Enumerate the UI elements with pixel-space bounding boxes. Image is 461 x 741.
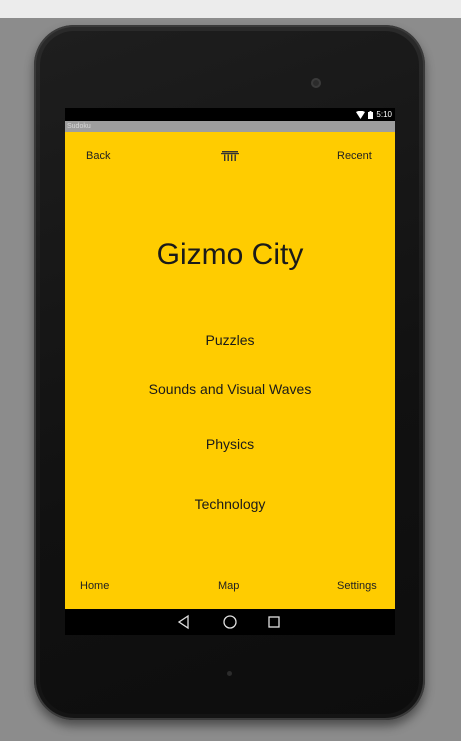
battery-icon (368, 110, 374, 119)
status-icons: 5:10 (356, 108, 392, 121)
settings-button[interactable]: Settings (337, 580, 377, 592)
home-circle-icon[interactable] (222, 614, 238, 630)
home-button[interactable]: Home (80, 580, 109, 592)
status-bar: 5:10 (65, 108, 395, 121)
wifi-icon (356, 110, 366, 119)
map-button[interactable]: Map (218, 580, 239, 592)
menu-item-technology[interactable]: Technology (65, 496, 395, 512)
page-title: Gizmo City (156, 238, 304, 271)
recent-button[interactable]: Recent (337, 150, 372, 162)
back-button[interactable]: Back (86, 150, 110, 162)
system-nav-bar (65, 609, 395, 635)
app-title: Sudoku (67, 123, 91, 130)
menu-item-sounds[interactable]: Sounds and Visual Waves (65, 381, 395, 397)
status-time: 5:10 (376, 110, 392, 119)
microphone-dot (227, 671, 232, 676)
screen: 5:10 Sudoku Back Recent Gizmo City Puzzl… (65, 108, 395, 635)
temple-icon[interactable] (221, 151, 239, 162)
app-content: Back Recent Gizmo City Puzzles Sounds an… (65, 132, 395, 609)
back-triangle-icon[interactable] (176, 614, 192, 630)
top-strip (0, 0, 461, 18)
menu-item-physics[interactable]: Physics (65, 436, 395, 452)
app-title-bar: Sudoku (65, 121, 395, 132)
recents-square-icon[interactable] (266, 614, 282, 630)
camera-icon (311, 78, 321, 88)
menu-item-puzzles[interactable]: Puzzles (65, 332, 395, 348)
